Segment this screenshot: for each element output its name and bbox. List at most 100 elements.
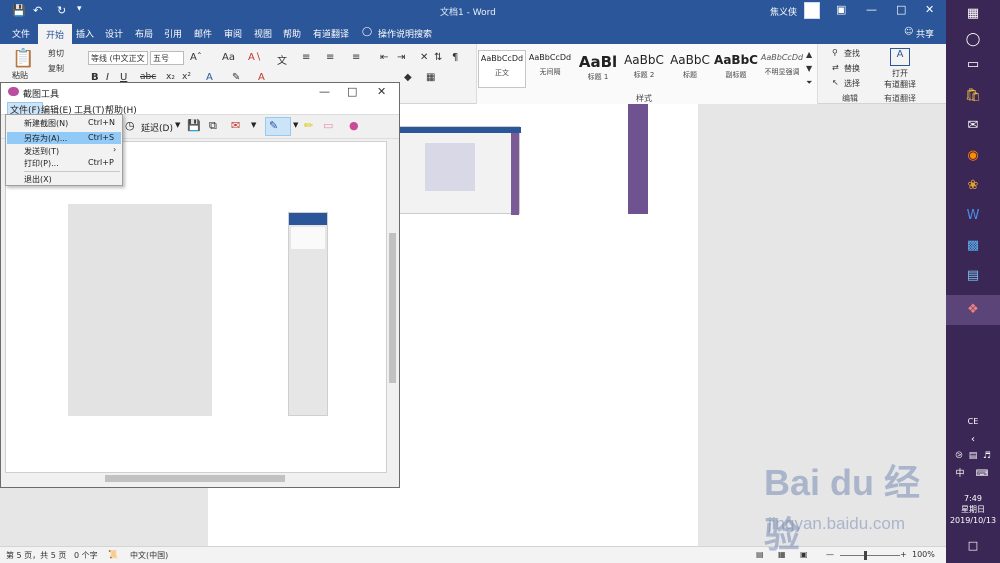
volume-icon[interactable]: ♬ bbox=[980, 446, 994, 466]
replace-button[interactable]: 替换 bbox=[844, 63, 860, 74]
tab-design[interactable]: 设计 bbox=[105, 27, 123, 40]
undo-icon[interactable]: ↶ bbox=[33, 4, 42, 17]
snip-canvas[interactable] bbox=[5, 141, 387, 473]
highlighter-icon[interactable]: ✏ bbox=[304, 119, 313, 132]
borders-icon[interactable]: ▦ bbox=[426, 72, 435, 83]
show-marks-icon[interactable]: ¶ bbox=[452, 52, 458, 63]
menu-item-send-to[interactable]: 发送到(T) › bbox=[7, 145, 121, 157]
browser-icon[interactable]: ❀ bbox=[963, 176, 983, 196]
tab-layout[interactable]: 布局 bbox=[135, 27, 153, 40]
save-snip-icon[interactable]: 💾 bbox=[187, 119, 201, 132]
delay-button[interactable]: 延迟(D) bbox=[141, 121, 173, 134]
font-name-select[interactable]: 等线 (中文正文 bbox=[88, 51, 148, 65]
gallery-up-icon[interactable]: ▲ bbox=[806, 50, 812, 59]
phonetic-guide-icon[interactable]: 文 bbox=[277, 52, 287, 67]
menu-item-exit[interactable]: 退出(X) bbox=[7, 173, 121, 185]
page-count[interactable]: 第 5 页，共 5 页 bbox=[6, 550, 66, 561]
ime-indicator[interactable]: CE bbox=[963, 412, 983, 432]
change-case-icon[interactable]: Aa bbox=[222, 52, 235, 63]
snipping-tool-taskbar-icon[interactable]: ❖ bbox=[963, 300, 983, 320]
task-view-icon[interactable]: ▭ bbox=[963, 55, 983, 75]
cut-button[interactable]: 剪切 bbox=[48, 48, 64, 59]
close-icon[interactable]: ✕ bbox=[925, 3, 934, 16]
delay-clock-icon[interactable]: ◷ bbox=[125, 119, 135, 132]
redo-icon[interactable]: ↻ bbox=[57, 4, 66, 17]
send-snip-icon[interactable]: ✉ bbox=[231, 119, 240, 132]
menu-item-save-as[interactable]: 另存为(A)... Ctrl+S bbox=[7, 132, 121, 144]
pen-dropdown-icon[interactable]: ▼ bbox=[293, 121, 298, 129]
snip-close-icon[interactable]: ✕ bbox=[377, 85, 386, 98]
snip-vertical-scrollbar[interactable] bbox=[387, 141, 398, 473]
style-normal[interactable]: AaBbCcDd 正文 bbox=[478, 50, 526, 88]
wifi-icon[interactable]: ⧁ bbox=[952, 446, 966, 466]
menu-item-new-snip[interactable]: 新建截图(N) Ctrl+N bbox=[7, 117, 121, 129]
minimize-icon[interactable]: — bbox=[866, 3, 877, 16]
tab-references[interactable]: 引用 bbox=[164, 27, 182, 40]
gallery-down-icon[interactable]: ▼ bbox=[806, 64, 812, 73]
sort-icon[interactable]: ⇅ bbox=[434, 52, 442, 63]
firefox-icon[interactable]: ◉ bbox=[963, 146, 983, 166]
read-mode-icon[interactable]: ▤ bbox=[756, 550, 764, 559]
copy-snip-icon[interactable]: ⧉ bbox=[209, 119, 217, 133]
avatar[interactable] bbox=[804, 2, 820, 19]
send-dropdown-icon[interactable]: ▼ bbox=[251, 121, 256, 129]
tab-review[interactable]: 审阅 bbox=[224, 27, 242, 40]
customize-quick-access-icon[interactable]: ▾ bbox=[77, 4, 82, 14]
increase-indent-icon[interactable]: ⇥ bbox=[397, 52, 405, 63]
paint3d-icon[interactable]: ● bbox=[349, 119, 359, 132]
gallery-more-icon[interactable]: ⏷ bbox=[806, 78, 812, 88]
language-status[interactable]: 中文(中国) bbox=[130, 550, 168, 561]
find-button[interactable]: 查找 bbox=[844, 48, 860, 59]
snip-horizontal-scrollbar[interactable] bbox=[5, 473, 387, 484]
style-no-spacing[interactable]: AaBbCcDd 无间隔 bbox=[526, 50, 574, 88]
save-icon[interactable]: 💾 bbox=[12, 4, 26, 17]
style-heading-1[interactable]: AaBl 标题 1 bbox=[574, 50, 622, 88]
maximize-icon[interactable]: □ bbox=[896, 3, 906, 16]
tab-help[interactable]: 帮助 bbox=[283, 27, 301, 40]
style-subtitle[interactable]: AaBbC 副标题 bbox=[712, 50, 760, 88]
translate-open-button[interactable]: 打开 bbox=[892, 68, 908, 79]
laptop-icon[interactable]: ▤ bbox=[963, 266, 983, 286]
tab-view[interactable]: 视图 bbox=[254, 27, 272, 40]
action-center-icon[interactable]: □ bbox=[963, 536, 983, 556]
eraser-icon[interactable]: ▭ bbox=[323, 119, 333, 132]
paste-icon[interactable]: 📋 bbox=[12, 48, 34, 69]
subscript-icon[interactable]: x₂ bbox=[166, 72, 175, 82]
bullets-icon[interactable]: ≡ bbox=[302, 52, 310, 63]
style-subtle-emphasis[interactable]: AaBbCcDd 不明显强调 bbox=[758, 50, 806, 88]
snip-vscroll-thumb[interactable] bbox=[389, 233, 396, 383]
copy-button[interactable]: 复制 bbox=[48, 63, 64, 74]
grow-font-icon[interactable]: Aˆ bbox=[190, 52, 202, 63]
cortana-icon[interactable]: ◯ bbox=[963, 30, 983, 50]
tell-me-search[interactable]: 操作说明搜索 bbox=[378, 27, 432, 40]
translate-icon[interactable]: A bbox=[890, 48, 910, 66]
ribbon-display-options-icon[interactable]: ▣ bbox=[836, 3, 846, 16]
store-icon[interactable]: 🛍 bbox=[963, 86, 983, 106]
proofing-icon[interactable]: 📜 bbox=[108, 550, 118, 559]
style-heading-2[interactable]: AaBbC 标题 2 bbox=[620, 50, 668, 88]
numbering-icon[interactable]: ≡ bbox=[326, 52, 334, 63]
snip-minimize-icon[interactable]: — bbox=[319, 85, 330, 98]
tab-mailings[interactable]: 邮件 bbox=[194, 27, 212, 40]
tab-insert[interactable]: 插入 bbox=[76, 27, 94, 40]
menu-item-print[interactable]: 打印(P)... Ctrl+P bbox=[7, 157, 121, 169]
language-indicator[interactable]: 中 bbox=[952, 464, 968, 484]
multilevel-list-icon[interactable]: ≡ bbox=[352, 52, 360, 63]
select-button[interactable]: 选择 bbox=[844, 78, 860, 89]
delay-dropdown-icon[interactable]: ▼ bbox=[175, 121, 180, 129]
windows-start-icon[interactable]: ▦ bbox=[963, 4, 983, 24]
clear-formatting-icon[interactable]: A∖ bbox=[248, 52, 261, 63]
tab-home[interactable]: 开始 bbox=[38, 24, 73, 44]
taskbar-clock[interactable]: 7:49 星期日 2019/10/13 bbox=[946, 493, 1000, 526]
pasted-screenshot-image[interactable] bbox=[398, 126, 521, 215]
superscript-icon[interactable]: x² bbox=[182, 72, 191, 82]
strikethrough-icon[interactable]: abc bbox=[140, 72, 156, 82]
share-button[interactable]: 共享 bbox=[916, 27, 934, 40]
tab-youdao[interactable]: 有道翻译 bbox=[313, 27, 349, 40]
word-taskbar-icon[interactable]: W bbox=[963, 206, 983, 226]
remote-desktop-icon[interactable]: ▩ bbox=[963, 236, 983, 256]
paste-button[interactable]: 粘贴 bbox=[12, 70, 28, 81]
mail-icon[interactable]: ✉ bbox=[963, 116, 983, 136]
battery-icon[interactable]: ▤ bbox=[966, 446, 980, 466]
chinese-layout-icon[interactable]: ✕ bbox=[420, 52, 428, 63]
